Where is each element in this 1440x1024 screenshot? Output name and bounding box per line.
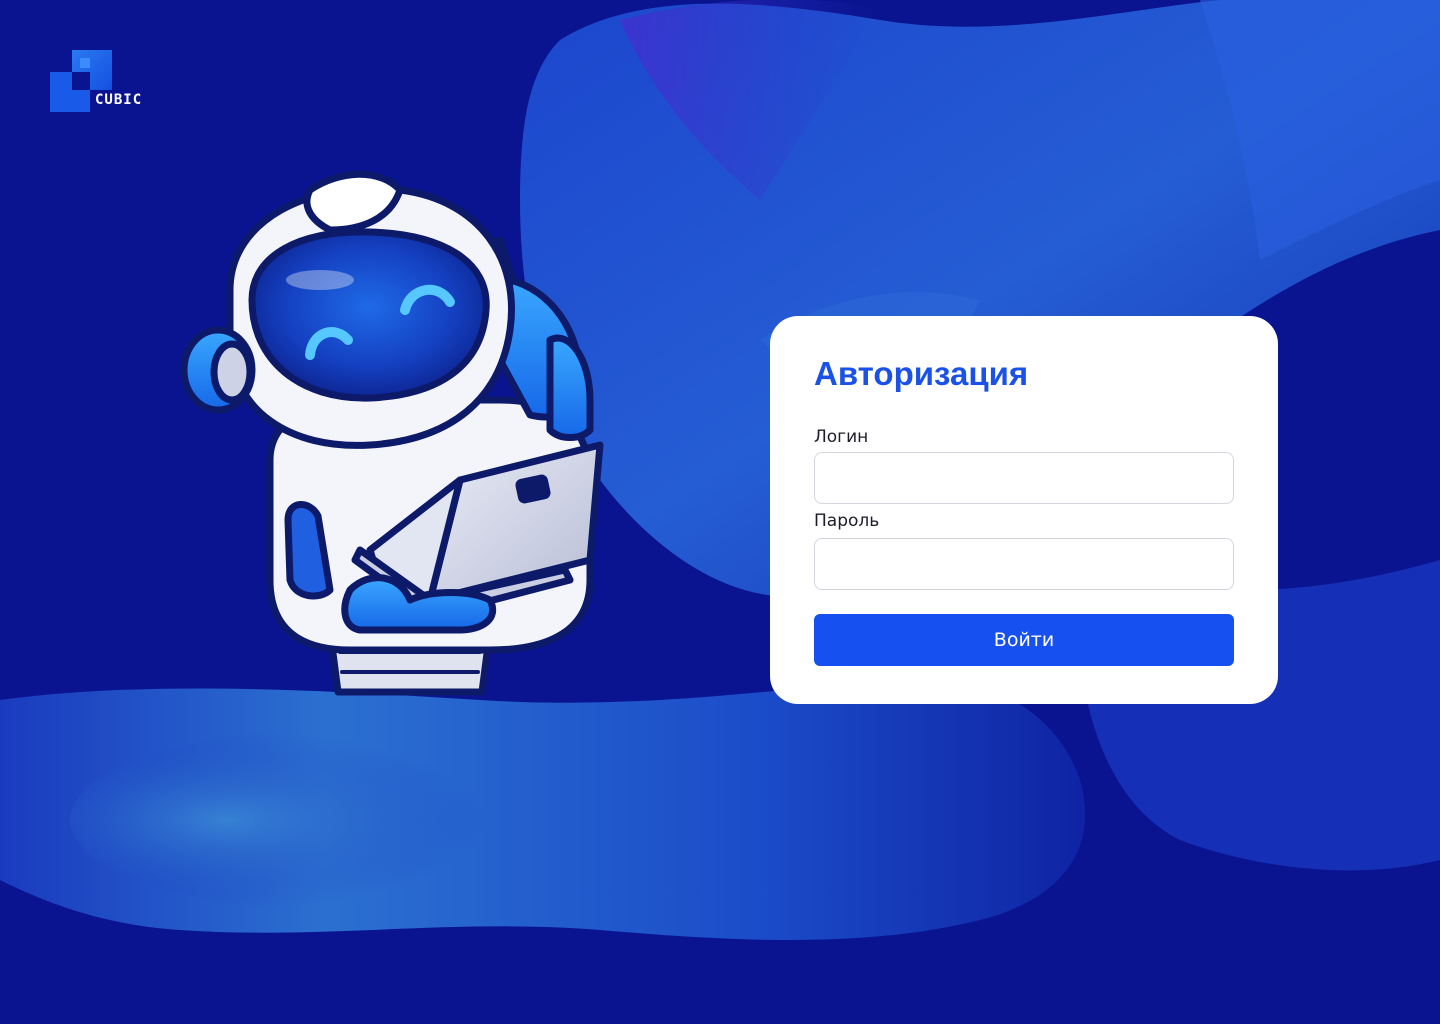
login-label: Логин bbox=[814, 427, 869, 447]
login-page: CUBIC Авторизация Логин Пароль Войти bbox=[0, 0, 1440, 1024]
login-input[interactable] bbox=[814, 452, 1234, 504]
auth-card: Авторизация Логин Пароль Войти bbox=[770, 316, 1278, 704]
brand-name: CUBIC bbox=[95, 92, 143, 108]
cubic-logo[interactable]: CUBIC bbox=[50, 50, 170, 112]
password-input[interactable] bbox=[814, 538, 1234, 590]
login-button[interactable]: Войти bbox=[814, 614, 1234, 666]
robot-with-laptop-illustration bbox=[180, 170, 604, 696]
password-label: Пароль bbox=[814, 511, 880, 531]
auth-title: Авторизация bbox=[814, 355, 1029, 392]
